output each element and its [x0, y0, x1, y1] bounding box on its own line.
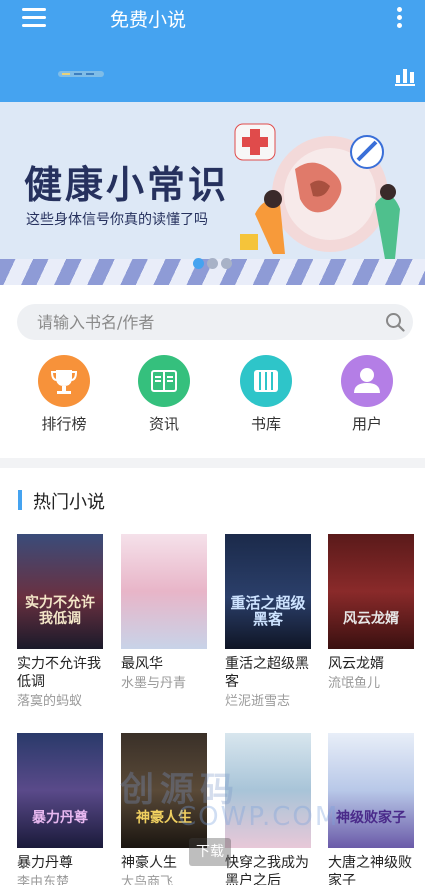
book-card[interactable]: 神级败家子 大唐之神级败家子	[328, 733, 416, 885]
book-cover[interactable]: 暴力丹尊	[17, 733, 103, 848]
section-divider	[0, 458, 425, 468]
book-cover[interactable]: 实力不允许我低调	[17, 534, 103, 649]
user-icon	[341, 355, 393, 407]
library-icon	[240, 355, 292, 407]
vertical-dots-icon[interactable]	[397, 7, 403, 29]
book-title[interactable]: 最风华	[121, 655, 209, 673]
book-card[interactable]: 重活之超级黑客 重活之超级黑客 烂泥逝雪志	[225, 534, 313, 711]
book-card[interactable]: 暴力丹尊 暴力丹尊 李由东楚	[17, 733, 105, 885]
book-card[interactable]: 实力不允许我低调 实力不允许我低调 落寞的蚂蚁	[17, 534, 105, 711]
banner-title: 健康小常识	[24, 163, 230, 207]
health-illustration	[234, 123, 425, 274]
search-icon[interactable]	[385, 312, 405, 332]
section-accent-bar	[18, 490, 22, 510]
cover-title: 神级败家子	[336, 810, 406, 826]
book-title[interactable]: 风云龙婿	[328, 655, 416, 673]
book-author: 水墨与丹青	[121, 676, 187, 691]
trophy-icon	[38, 355, 90, 407]
carousel-dot-2[interactable]	[207, 258, 218, 269]
hamburger-menu-icon[interactable]	[22, 8, 46, 28]
carousel-dot-3[interactable]	[221, 258, 232, 269]
search-bar[interactable]	[17, 304, 413, 340]
app-title: 免费小说	[110, 9, 187, 31]
nav-label-user: 用户	[351, 415, 382, 433]
book-title[interactable]: 暴力丹尊	[17, 854, 105, 872]
app-header: 免费小说	[0, 0, 425, 102]
news-icon	[138, 355, 190, 407]
nav-item-ranking[interactable]: 排行榜	[24, 355, 104, 434]
book-author: 烂泥逝雪志	[225, 694, 291, 709]
book-title[interactable]: 快穿之我成为黑户之后	[225, 854, 313, 885]
book-title[interactable]: 重活之超级黑客	[225, 655, 313, 691]
nav-label-ranking: 排行榜	[41, 415, 87, 433]
section-title: 热门小说	[33, 492, 105, 513]
cover-title: 实力不允许我低调	[25, 595, 95, 627]
search-input[interactable]	[37, 304, 377, 340]
nav-item-news[interactable]: 资讯	[124, 355, 204, 434]
book-author: 流氓鱼儿	[328, 676, 381, 691]
banner-subtitle: 这些身体信号你真的读懂了吗	[26, 212, 208, 228]
book-cover[interactable]: 神级败家子	[328, 733, 414, 848]
nav-label-library: 书库	[250, 415, 281, 433]
download-tab[interactable]: 下载	[189, 838, 231, 866]
nav-item-user[interactable]: 用户	[327, 355, 407, 434]
carousel-dot-1[interactable]	[193, 258, 204, 269]
book-cover[interactable]: 重活之超级黑客	[225, 534, 311, 649]
nav-label-news: 资讯	[148, 415, 179, 433]
book-title[interactable]: 实力不允许我低调	[17, 655, 105, 691]
cover-title: 风云龙婿	[343, 611, 399, 627]
book-title[interactable]: 大唐之神级败家子	[328, 854, 416, 885]
book-cover[interactable]	[121, 534, 207, 649]
book-author: 李由东楚	[17, 875, 70, 885]
book-card[interactable]: 最风华 水墨与丹青	[121, 534, 209, 693]
bar-chart-icon[interactable]	[395, 66, 415, 86]
book-author: 大鸟商飞	[121, 875, 174, 885]
carousel-indicator[interactable]	[193, 258, 232, 269]
quick-nav: 排行榜 资讯 书库 用户	[0, 355, 425, 450]
nav-item-library[interactable]: 书库	[226, 355, 306, 434]
book-cover[interactable]: 风云龙婿	[328, 534, 414, 649]
book-card[interactable]: 风云龙婿 风云龙婿 流氓鱼儿	[328, 534, 416, 693]
cover-title: 重活之超级黑客	[230, 594, 306, 628]
cover-title: 暴力丹尊	[32, 810, 88, 826]
brand-logo	[58, 71, 104, 77]
book-author: 落寞的蚂蚁	[17, 694, 83, 709]
watermark-sub: COWP.COM	[178, 802, 340, 832]
